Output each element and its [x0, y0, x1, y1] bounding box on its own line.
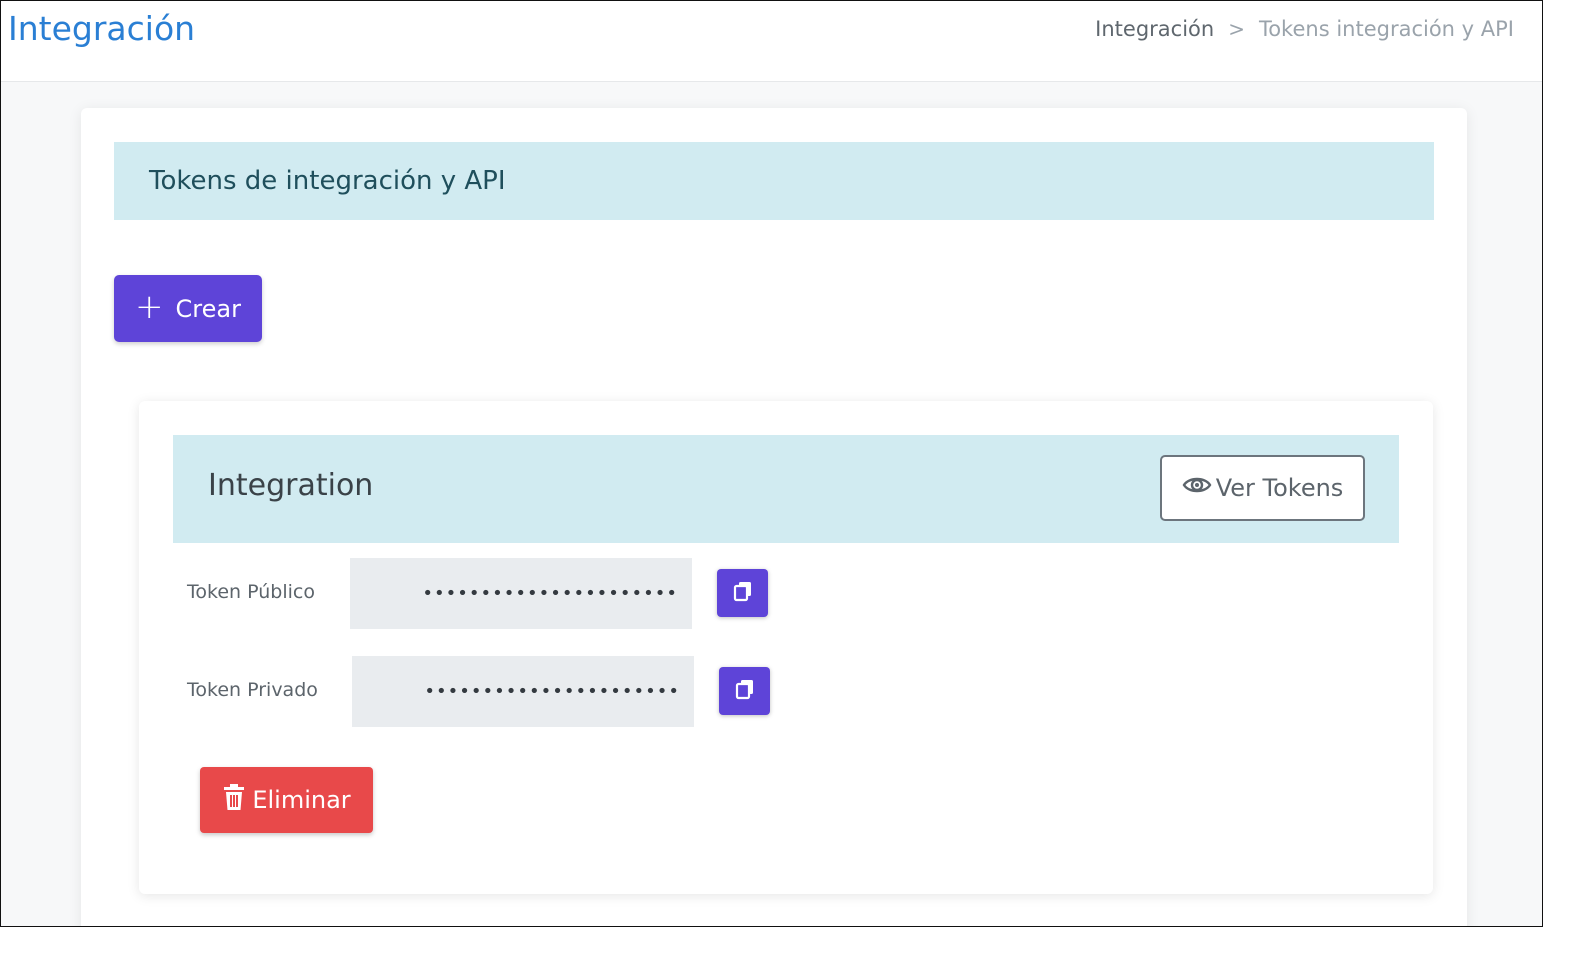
breadcrumb-current: Tokens integración y API [1258, 17, 1514, 41]
copy-private-token-button[interactable] [719, 667, 770, 715]
token-public-label: Token Público [187, 581, 315, 603]
integration-title: Integration [208, 468, 374, 503]
page-title: Integración [8, 9, 196, 48]
token-private-label: Token Privado [187, 679, 318, 701]
eye-icon [1182, 474, 1212, 502]
copy-icon [734, 678, 756, 704]
section-header: Tokens de integración y API [114, 142, 1434, 220]
delete-button-label: Eliminar [252, 786, 351, 814]
section-title: Tokens de integración y API [149, 166, 506, 196]
view-tokens-label: Ver Tokens [1215, 474, 1344, 502]
integration-card: Integration Ver Tokens Token Público •••… [139, 401, 1433, 894]
create-button[interactable]: + Crear [114, 275, 262, 342]
delete-button[interactable]: Eliminar [200, 767, 373, 833]
breadcrumb-link-integracion[interactable]: Integración [1095, 17, 1214, 41]
plus-icon: + [135, 287, 164, 327]
trash-icon [222, 783, 246, 817]
copy-icon [732, 580, 754, 606]
breadcrumb: Integración > Tokens integración y API [1095, 17, 1514, 41]
chevron-right-icon: > [1228, 17, 1245, 41]
view-tokens-button[interactable]: Ver Tokens [1160, 455, 1365, 521]
token-public-field[interactable]: •••••••••••••••••••••• [350, 558, 692, 629]
main-card: Tokens de integración y API + Crear Inte… [81, 108, 1467, 926]
integration-header: Integration Ver Tokens [173, 435, 1399, 543]
create-button-label: Crear [175, 294, 241, 323]
top-bar: Integración Integración > Tokens integra… [1, 1, 1542, 82]
app-frame: Integración Integración > Tokens integra… [0, 0, 1543, 927]
token-private-field[interactable]: •••••••••••••••••••••• [352, 656, 694, 727]
copy-public-token-button[interactable] [717, 569, 768, 617]
